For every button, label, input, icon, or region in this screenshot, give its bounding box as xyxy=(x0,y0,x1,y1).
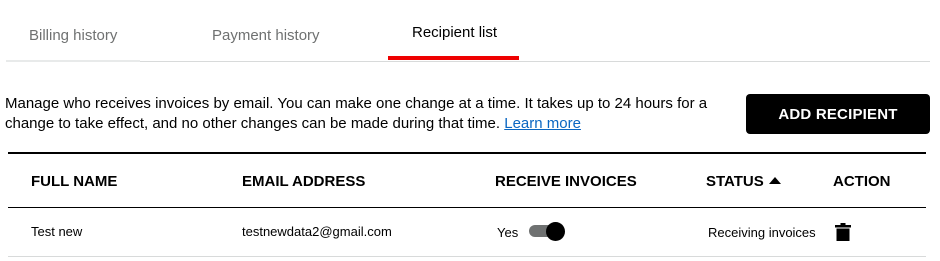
active-tab-indicator xyxy=(388,56,519,60)
info-description: Manage who receives invoices by email. Y… xyxy=(5,95,708,132)
recipient-table: FULL NAME EMAIL ADDRESS RECEIVE INVOICES… xyxy=(8,152,926,257)
add-recipient-button[interactable]: ADD RECIPIENT xyxy=(746,94,930,134)
column-header-receive-invoices: RECEIVE INVOICES xyxy=(495,173,637,190)
column-header-email: EMAIL ADDRESS xyxy=(242,173,366,190)
table-header: FULL NAME EMAIL ADDRESS RECEIVE INVOICES… xyxy=(8,154,926,208)
tab-label: Payment history xyxy=(212,27,320,44)
receive-invoices-toggle[interactable] xyxy=(529,222,565,241)
cell-email: testnewdata2@gmail.com xyxy=(242,224,392,239)
cell-receive-invoices-label: Yes xyxy=(497,225,519,240)
cell-status: Receiving invoices xyxy=(708,225,816,240)
toggle-knob xyxy=(546,222,565,241)
column-header-full-name: FULL NAME xyxy=(31,173,118,190)
tab-billing-history[interactable]: Billing history xyxy=(6,0,140,62)
tab-recipient-list[interactable]: Recipient list xyxy=(388,0,519,62)
column-header-status[interactable]: STATUS xyxy=(706,174,781,189)
caret-up-icon xyxy=(768,177,781,184)
column-header-action: ACTION xyxy=(833,173,891,190)
recipient-info-text: Manage who receives invoices by email. Y… xyxy=(5,94,725,134)
tab-bar: Billing history Payment history Recipien… xyxy=(6,0,930,62)
tab-label: Recipient list xyxy=(412,24,498,41)
cell-full-name: Test new xyxy=(31,224,83,239)
tab-payment-history[interactable]: Payment history xyxy=(188,0,348,62)
column-header-status-label: STATUS xyxy=(706,173,764,190)
trash-icon[interactable] xyxy=(835,223,851,241)
tab-label: Billing history xyxy=(29,27,118,44)
table-row: Test new testnewdata2@gmail.com Yes Rece… xyxy=(8,208,926,257)
learn-more-link[interactable]: Learn more xyxy=(504,115,581,132)
